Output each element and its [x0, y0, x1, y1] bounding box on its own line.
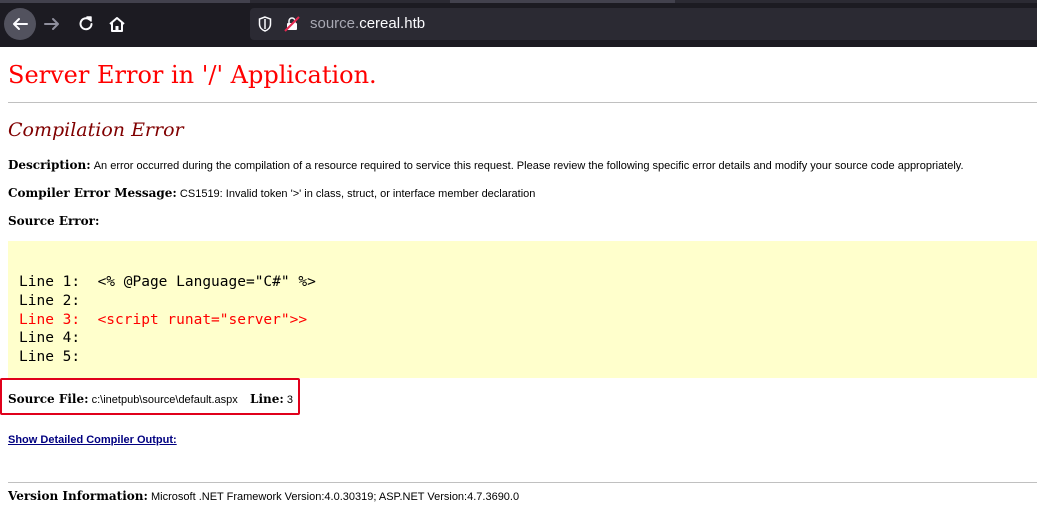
url-bar[interactable]: source.cereal.htb	[250, 8, 1037, 40]
browser-toolbar: source.cereal.htb	[0, 0, 1037, 47]
reload-icon	[79, 16, 93, 31]
home-button[interactable]	[101, 8, 133, 40]
reload-button[interactable]	[70, 8, 102, 40]
divider	[8, 482, 1037, 483]
line-value: 3	[286, 394, 293, 406]
source-error: Source Error:	[8, 214, 99, 228]
source-error-label: Source Error:	[8, 214, 100, 228]
compiler-msg-label: Compiler Error Message:	[8, 186, 177, 200]
shield-icon[interactable]	[258, 16, 272, 32]
version-label: Version Information:	[8, 489, 148, 503]
page-subtitle: Compilation Error	[8, 119, 184, 141]
forward-button[interactable]	[36, 8, 68, 40]
compiler-msg-text: CS1519: Invalid token '>' in class, stru…	[179, 188, 536, 200]
code-line: Line 5:	[19, 349, 81, 365]
insecure-lock-icon[interactable]	[284, 16, 300, 32]
arrow-left-icon	[13, 18, 28, 30]
version-text: Microsoft .NET Framework Version:4.0.303…	[151, 491, 520, 503]
divider	[8, 102, 1037, 103]
code-line: Line 1: <% @Page Language="C#" %>	[19, 274, 316, 290]
home-icon	[109, 17, 125, 32]
description-text: An error occurred during the compilation…	[93, 160, 964, 172]
compiler-error-message: Compiler Error Message: CS1519: Invalid …	[8, 186, 535, 200]
source-file-label: Source File:	[8, 392, 89, 406]
page-title: Server Error in '/' Application.	[8, 61, 377, 89]
code-line: Line 4:	[19, 330, 81, 346]
version-information: Version Information: Microsoft .NET Fram…	[8, 489, 519, 503]
url-text[interactable]: source.cereal.htb	[310, 15, 425, 32]
source-file-value: c:\inetpub\source\default.aspx	[91, 394, 238, 406]
back-button[interactable]	[4, 8, 36, 40]
code-line-error: Line 3: <script runat="server">>	[19, 312, 308, 328]
source-code-block: Line 1: <% @Page Language="C#" %> Line 2…	[8, 241, 1037, 378]
source-file-info: Source File: c:\inetpub\source\default.a…	[8, 392, 293, 406]
line-label: Line:	[250, 392, 284, 406]
show-compiler-output-link[interactable]: Show Detailed Compiler Output:	[8, 434, 177, 446]
tab-strip	[0, 0, 1037, 3]
description-label: Description:	[8, 158, 91, 172]
code-line: Line 2:	[19, 293, 81, 309]
arrow-right-icon	[44, 18, 59, 30]
description: Description: An error occurred during th…	[8, 158, 964, 172]
